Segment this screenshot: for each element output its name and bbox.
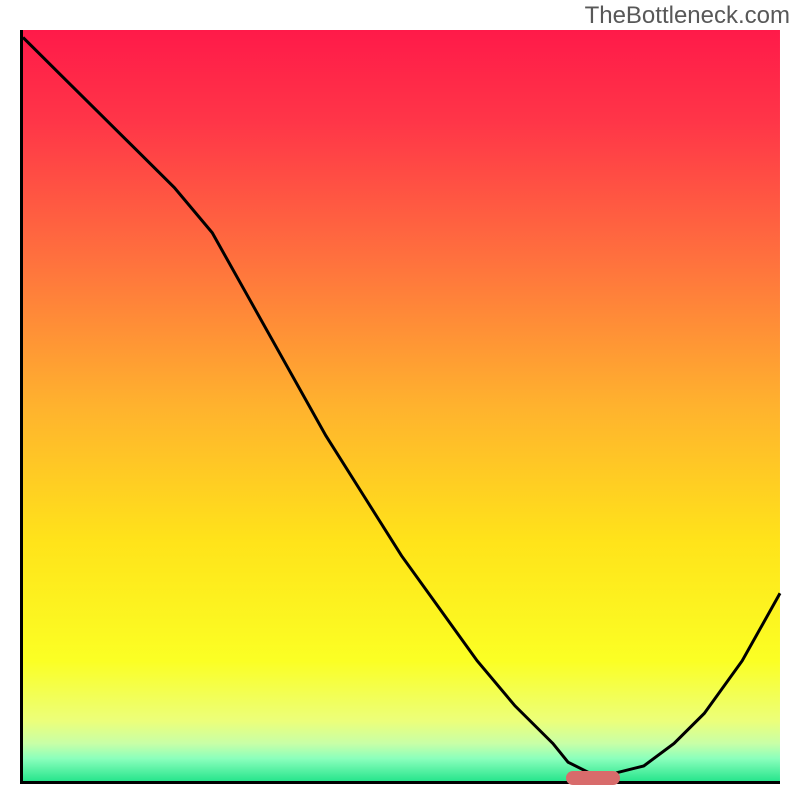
optimal-range-marker xyxy=(566,771,619,785)
bottleneck-curve xyxy=(23,30,780,781)
chart-container: TheBottleneck.com xyxy=(0,0,800,800)
plot-area xyxy=(20,30,780,784)
watermark-text: TheBottleneck.com xyxy=(585,2,790,30)
